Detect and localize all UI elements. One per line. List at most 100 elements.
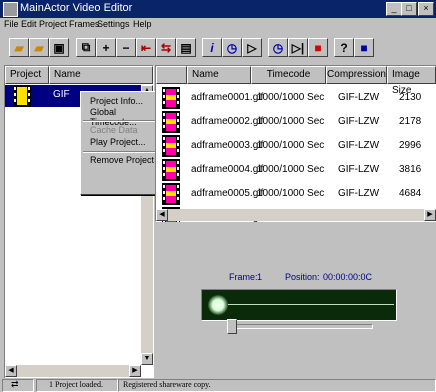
scroll-right-icon[interactable]: ▶ — [424, 209, 436, 221]
cell-timecode: 1000/1000 Sec — [257, 188, 325, 199]
film-strip-icon — [162, 87, 180, 109]
preview-panel: Frame: 1 Position: 00:00:00:0C — [155, 222, 435, 378]
cell-image-size: 3816 — [399, 164, 422, 175]
cell-image-size: 2178 — [399, 116, 422, 127]
frame-value: 1 — [257, 272, 263, 282]
save-icon[interactable]: ▣ — [49, 38, 69, 57]
scroll-left-icon[interactable]: ◀ — [156, 209, 168, 221]
step-icon[interactable]: ▷| — [288, 38, 308, 57]
cell-name: adframe0002.gif — [191, 116, 264, 127]
window-title: MainActor Video Editor — [20, 2, 133, 14]
left-horizontal-scrollbar[interactable]: ◀ ▶ — [5, 365, 141, 377]
cell-timecode: 1000/1000 Sec — [257, 92, 325, 103]
column-project[interactable]: Project — [5, 66, 49, 84]
status-right: Registered shareware copy. — [118, 379, 436, 392]
table-row[interactable]: adframe0004.gif 1000/1000 Sec GIF-LZW 3816 — [156, 157, 436, 183]
status-bar: ⇄ 1 Project loaded. Registered shareware… — [0, 378, 436, 392]
film-strip-icon — [13, 85, 31, 107]
film-strip-icon — [162, 183, 180, 205]
status-icon-cell: ⇄ — [2, 379, 34, 392]
cell-name: adframe0005.gif — [191, 188, 264, 199]
menu-frames[interactable]: Frames — [69, 19, 100, 29]
app-icon[interactable] — [3, 2, 18, 17]
copy-icon[interactable]: ⧉ — [76, 38, 96, 57]
maximize-button[interactable]: □ — [401, 2, 417, 16]
frame-slider-thumb[interactable] — [227, 319, 237, 334]
about-icon[interactable]: ■ — [354, 38, 374, 57]
scroll-down-icon[interactable]: ▼ — [141, 353, 153, 365]
column-timecode[interactable]: Timecode — [251, 66, 326, 84]
add-icon[interactable]: + — [96, 38, 116, 57]
menu-edit[interactable]: Edit — [21, 19, 37, 29]
clock-icon[interactable]: ◷ — [268, 38, 288, 57]
menu-settings[interactable]: Settings — [97, 19, 130, 29]
preview-canvas — [201, 289, 397, 321]
scroll-left-icon[interactable]: ◀ — [5, 365, 17, 377]
palette-icon[interactable]: ■ — [308, 38, 328, 57]
timecode-icon[interactable]: ◷ — [222, 38, 242, 57]
cell-image-size: 4684 — [399, 188, 422, 199]
move-frame-icon[interactable]: ⇆ — [156, 38, 176, 57]
cell-compression: GIF-LZW — [338, 116, 380, 127]
new-project-icon[interactable]: ▰ — [9, 38, 29, 57]
insert-frame-icon[interactable]: ⇤ — [136, 38, 156, 57]
table-row[interactable]: adframe0005.gif 1000/1000 Sec GIF-LZW 4684 — [156, 181, 436, 207]
cell-timecode: 1000/1000 Sec — [257, 116, 325, 127]
column-name[interactable]: Name — [187, 66, 251, 84]
preview-glow — [208, 295, 228, 315]
menu-cache-data: Cache Data — [90, 125, 138, 135]
cell-name: adframe0001.gif — [191, 92, 264, 103]
cell-name: adframe0004.gif — [191, 164, 264, 175]
menu-separator — [83, 151, 159, 153]
context-menu: Project Info... Global Timecode... Cache… — [80, 91, 164, 195]
menu-project[interactable]: Project — [39, 19, 67, 29]
project-name: GIF — [53, 89, 70, 100]
frame-label: Frame: — [229, 272, 258, 282]
table-row[interactable]: adframe0002.gif 1000/1000 Sec GIF-LZW 2178 — [156, 109, 436, 135]
cell-compression: GIF-LZW — [338, 188, 380, 199]
play-icon[interactable]: ▷ — [242, 38, 262, 57]
film-strip-icon — [162, 135, 180, 157]
table-row[interactable]: adframe0001.gif 1000/1000 Sec GIF-LZW 2130 — [156, 85, 436, 111]
column-image-size[interactable]: Image Size — [387, 66, 436, 96]
menu-remove-project[interactable]: Remove Project — [90, 155, 154, 165]
table-row[interactable]: adframe0003.gif 1000/1000 Sec GIF-LZW 2996 — [156, 133, 436, 159]
cell-image-size: 2130 — [399, 92, 422, 103]
menu-file[interactable]: File — [4, 19, 19, 29]
help-icon[interactable]: ? — [334, 38, 354, 57]
column-icon — [156, 66, 187, 84]
scroll-right-icon[interactable]: ▶ — [129, 365, 141, 377]
open-project-icon[interactable]: ▰ — [29, 38, 49, 57]
frame-list: Name Timecode Compression Image Size adf… — [155, 65, 436, 229]
menu-global-timecode[interactable]: Global Timecode... — [90, 107, 163, 127]
cell-timecode: 1000/1000 Sec — [257, 164, 325, 175]
column-name[interactable]: Name — [49, 66, 153, 84]
cell-name: adframe0003.gif — [191, 140, 264, 151]
info-icon[interactable]: i — [202, 38, 222, 57]
menu-bar: File Edit Project Frames Settings Help — [0, 18, 436, 32]
minimize-button[interactable]: _ — [386, 2, 402, 16]
menu-separator — [83, 120, 159, 122]
cell-compression: GIF-LZW — [338, 92, 380, 103]
frame-slider-track[interactable] — [229, 324, 373, 329]
position-label: Position: — [285, 272, 320, 282]
status-left: 1 Project loaded. — [36, 379, 118, 392]
right-horizontal-scrollbar[interactable]: ◀ ▶ — [156, 209, 436, 221]
menu-project-info[interactable]: Project Info... — [90, 96, 143, 106]
menu-help[interactable]: Help — [133, 19, 152, 29]
position-value: 00:00:00:0C — [323, 272, 373, 282]
status-icon: ⇄ — [11, 379, 19, 389]
cell-image-size: 2996 — [399, 140, 422, 151]
remove-icon[interactable]: − — [116, 38, 136, 57]
film-strip-icon — [162, 111, 180, 133]
film-strip-icon — [162, 159, 180, 181]
cell-timecode: 1000/1000 Sec — [257, 140, 325, 151]
title-bar: MainActor Video Editor _ □ × — [0, 0, 436, 18]
column-compression[interactable]: Compression — [326, 66, 387, 84]
preview-line — [212, 304, 394, 305]
cell-compression: GIF-LZW — [338, 140, 380, 151]
close-button[interactable]: × — [418, 2, 434, 16]
scan-icon[interactable]: ▤ — [176, 38, 196, 57]
menu-play-project[interactable]: Play Project... — [90, 137, 146, 147]
cell-compression: GIF-LZW — [338, 164, 380, 175]
